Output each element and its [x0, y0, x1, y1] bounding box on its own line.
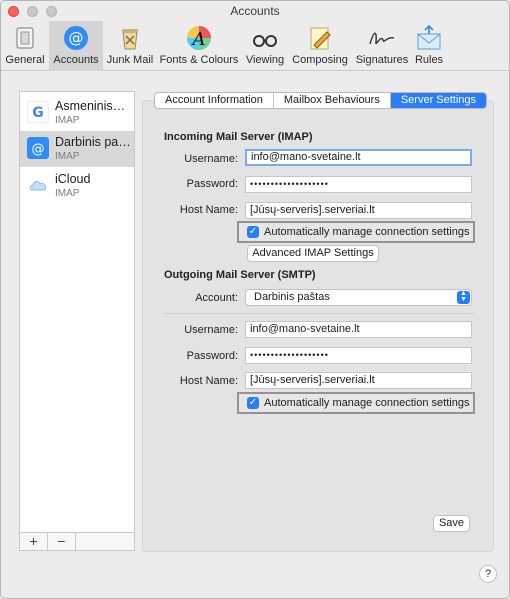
- envelope-icon: [417, 24, 441, 50]
- toolbar-general[interactable]: General: [3, 21, 47, 71]
- title-bar: Accounts: [1, 1, 509, 21]
- toolbar-rules[interactable]: Rules: [412, 21, 446, 71]
- accounts-sidebar: G Asmeninis… IMAP @ Darbinis pa… IMAP iC…: [19, 91, 135, 551]
- account-type: IMAP: [55, 188, 80, 199]
- glasses-icon: [253, 35, 277, 47]
- signature-icon: [369, 32, 395, 45]
- remove-account-button[interactable]: −: [48, 533, 76, 550]
- svg-text:G: G: [32, 105, 44, 121]
- outgoing-password-label: Password:: [186, 350, 238, 362]
- account-name: Darbinis pa…: [55, 135, 131, 149]
- window-title: Accounts: [230, 4, 280, 18]
- toolbar-accounts[interactable]: @ Accounts: [49, 21, 103, 71]
- outgoing-host-label: Host Name:: [179, 375, 238, 387]
- accounts-window: Accounts General @ Accounts Junk Mail A …: [0, 0, 510, 599]
- account-type: IMAP: [55, 151, 80, 162]
- account-item-darbinis[interactable]: @ Darbinis pa… IMAP: [20, 131, 134, 167]
- account-name: iCloud: [55, 172, 91, 186]
- toolbar-fonts-colours[interactable]: A Fonts & Colours: [158, 21, 240, 71]
- help-button[interactable]: ?: [479, 565, 497, 583]
- outgoing-account-select[interactable]: Darbinis paštas ▲ ▼: [245, 289, 472, 306]
- incoming-username-label: Username:: [184, 153, 238, 165]
- add-account-button[interactable]: +: [20, 533, 48, 550]
- tab-mailbox-behaviours[interactable]: Mailbox Behaviours: [274, 93, 391, 108]
- svg-text:A: A: [191, 29, 206, 50]
- trash-icon: [122, 29, 138, 50]
- incoming-host-field[interactable]: [Jūsų-serveris].serveriai.lt: [245, 202, 472, 219]
- at-icon: @: [27, 137, 49, 159]
- settings-tabs: Account Information Mailbox Behaviours S…: [154, 92, 488, 109]
- outgoing-auto-manage-label: Automatically manage connection settings: [264, 397, 470, 409]
- incoming-username-field[interactable]: info@mano-svetaine.lt: [245, 149, 472, 166]
- toolbar-signatures[interactable]: Signatures: [353, 21, 411, 71]
- incoming-host-label: Host Name:: [179, 204, 238, 216]
- tab-server-settings[interactable]: Server Settings: [390, 93, 487, 108]
- account-type: IMAP: [55, 115, 80, 126]
- close-button[interactable]: [8, 6, 19, 17]
- section-divider: [164, 313, 474, 314]
- outgoing-section-title: Outgoing Mail Server (SMTP): [164, 269, 316, 281]
- toolbar-junk-mail[interactable]: Junk Mail: [105, 21, 155, 71]
- account-name: Asmeninis…: [55, 99, 126, 113]
- outgoing-account-value: Darbinis paštas: [254, 291, 330, 303]
- minimize-button[interactable]: [27, 6, 38, 17]
- account-item-asmeninis[interactable]: G Asmeninis… IMAP: [20, 95, 134, 131]
- svg-text:@: @: [69, 29, 84, 47]
- chevron-updown-icon: ▲ ▼: [457, 290, 470, 304]
- incoming-password-field[interactable]: •••••••••••••••••••: [245, 176, 472, 193]
- pencil-icon: [310, 27, 331, 50]
- toolbar-composing[interactable]: Composing: [290, 21, 350, 71]
- outgoing-username-label: Username:: [184, 324, 238, 336]
- outgoing-auto-manage-row: ✓ Automatically manage connection settin…: [237, 392, 475, 414]
- outgoing-auto-manage-checkbox[interactable]: ✓: [247, 397, 259, 409]
- incoming-auto-manage-checkbox[interactable]: ✓: [247, 226, 259, 238]
- advanced-imap-settings-button[interactable]: Advanced IMAP Settings: [247, 245, 379, 262]
- outgoing-account-label: Account:: [195, 292, 238, 304]
- save-button[interactable]: Save: [433, 515, 470, 532]
- tab-account-information[interactable]: Account Information: [155, 93, 274, 108]
- cloud-icon: [29, 181, 46, 191]
- sidebar-footer: + −: [20, 532, 134, 550]
- incoming-section-title: Incoming Mail Server (IMAP): [164, 131, 313, 143]
- outgoing-host-field[interactable]: [Jūsų-serveris].serveriai.lt: [245, 372, 472, 389]
- font-icon: A: [187, 26, 211, 50]
- outgoing-password-field[interactable]: •••••••••••••••••••: [245, 347, 472, 364]
- switch-icon: [16, 27, 34, 49]
- toolbar-viewing[interactable]: Viewing: [243, 21, 287, 71]
- incoming-auto-manage-label: Automatically manage connection settings: [264, 226, 470, 238]
- incoming-auto-manage-row: ✓ Automatically manage connection settin…: [237, 221, 475, 243]
- incoming-password-label: Password:: [186, 178, 238, 190]
- at-icon: @: [64, 26, 88, 50]
- outgoing-username-field[interactable]: info@mano-svetaine.lt: [245, 321, 472, 338]
- svg-text:@: @: [32, 142, 45, 157]
- preferences-toolbar: General @ Accounts Junk Mail A Fonts & C…: [1, 21, 509, 71]
- zoom-button[interactable]: [46, 6, 57, 17]
- account-item-icloud[interactable]: iCloud IMAP: [20, 168, 134, 204]
- google-icon: G: [27, 101, 49, 123]
